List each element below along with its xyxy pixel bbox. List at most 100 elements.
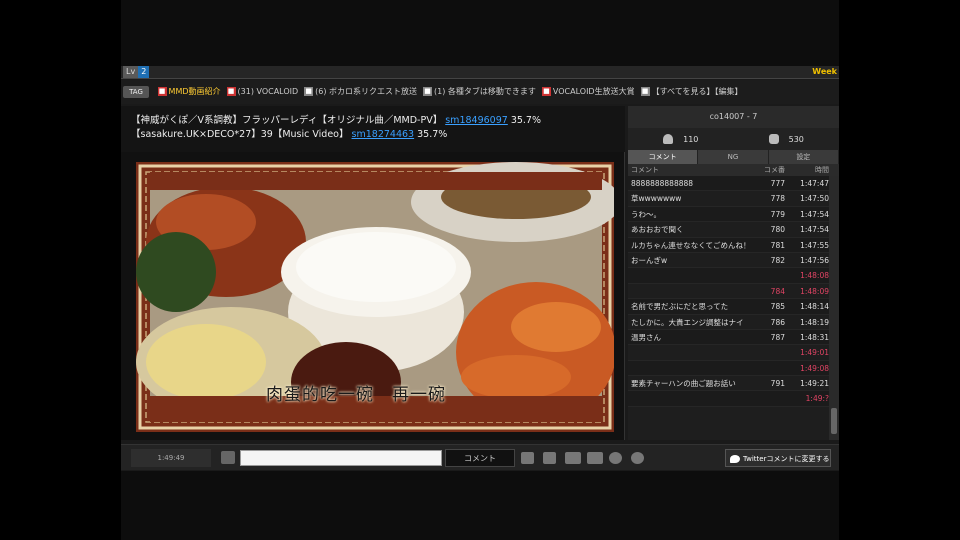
comment-text <box>631 268 759 282</box>
tag-link[interactable]: MMD動画紹介 <box>169 80 221 104</box>
quality-icon[interactable] <box>565 452 581 464</box>
comment-number <box>759 345 789 359</box>
fullscreen-icon[interactable] <box>587 452 603 464</box>
comment-list[interactable]: 8888888888888 777 1:47:47 草wwwwwww 778 1:47:5… <box>628 176 829 440</box>
twitter-toggle-button[interactable]: Twitterコメントに変更する <box>725 449 831 467</box>
comment-row[interactable]: 温男さん 787 1:48:31 <box>628 329 829 346</box>
comment-row[interactable]: 1:49:01 <box>628 345 829 361</box>
comment-row[interactable]: ルカちゃん連せななくてごめんね！ 781 1:47:55 <box>628 237 829 253</box>
comment-time: 1:48:14 <box>800 302 829 312</box>
comment-time: 1:48:31 <box>800 332 829 342</box>
reload-icon[interactable] <box>609 452 622 464</box>
info-line-1: 【神威がくぽ／V系調教】フラッパーレディ【オリジナル曲／MMD-PV】 sm18… <box>131 114 615 128</box>
comment-number: 787 <box>770 332 785 342</box>
tag-bar: TAG ■ MMD動画紹介 ■ (31) VOCALOID ■ (6) ボカロ系リクエスト… <box>121 80 839 104</box>
search-icon[interactable] <box>631 452 644 464</box>
comment-time: 1:49:21 <box>800 379 829 389</box>
tag-link[interactable]: 【すべてを見る】【編集】 <box>652 80 743 104</box>
comment-number: 782 <box>770 255 785 265</box>
comment-row[interactable]: 8888888888888 777 1:47:47 <box>628 176 829 192</box>
comment-number: 778 <box>770 194 785 204</box>
tag-lock-icon: ■ <box>226 87 236 96</box>
letterbox-top <box>121 0 839 66</box>
tag-info-icon: ■ <box>304 87 314 96</box>
comment-count-value: 530 <box>788 134 804 144</box>
comment-number: 777 <box>770 179 785 188</box>
comment-row[interactable]: 1:49:08 <box>628 360 829 377</box>
comment-bubble-icon <box>768 134 779 144</box>
info-line-2-percent: 35.7% <box>417 129 448 140</box>
comment-time: 1:47:47 <box>800 179 829 188</box>
comment-time: 1:48:19 <box>800 317 829 327</box>
info-line-1-link[interactable]: sm18496097 <box>445 115 508 126</box>
info-line-2: 【sasakure.UK×DECO*27】39【Music Video】 sm1… <box>131 128 615 142</box>
comment-number: 785 <box>770 302 785 312</box>
elapsed-time: 1:49:49 <box>131 449 211 467</box>
comment-text: あおおおで聞く <box>631 225 684 235</box>
comment-time: 1:48:09 <box>800 286 829 296</box>
tag-link[interactable]: (6) ボカロ系リクエスト放送 <box>315 80 417 104</box>
info-line-2-link[interactable]: sm18274463 <box>352 129 415 140</box>
comment-text: 要素チャーハンの曲ご題お話い <box>631 379 736 389</box>
tag-icon[interactable]: TAG <box>123 85 149 98</box>
comment-table-header: コメント コメ番 時間 <box>628 164 839 176</box>
tag-link[interactable]: (31) VOCALOID <box>238 80 299 104</box>
twitter-bird-icon <box>730 455 740 463</box>
comment-row[interactable]: 名前で男だぶにだと思ってた 785 1:48:14 <box>628 299 829 315</box>
tag-info-icon: ■ <box>423 87 433 96</box>
comment-row[interactable]: うわ～。 779 1:47:54 <box>628 206 829 223</box>
info-line-2-title: 【sasakure.UK×DECO*27】39【Music Video】 <box>131 129 349 140</box>
info-line-1-title: 【神威がくぽ／V系調教】フラッパーレディ【オリジナル曲／MMD-PV】 <box>131 115 443 126</box>
comment-row[interactable]: 1:49:? <box>628 391 829 407</box>
tab-settings[interactable]: 設定 <box>768 150 839 164</box>
visitor-count-value: 110 <box>683 134 699 144</box>
comment-time: 1:49:08 <box>800 363 829 373</box>
comment-submit-button[interactable]: コメント <box>445 449 515 467</box>
comment-number <box>759 361 789 375</box>
comment-text: たしかに。大貴エンジ調整はナイ <box>631 317 744 327</box>
tab-comment[interactable]: コメント <box>628 150 699 164</box>
header-strip: Lv 2 Week <box>121 66 839 79</box>
comment-number: 779 <box>770 209 785 219</box>
comment-text: 8888888888888 <box>631 179 694 188</box>
comment-row[interactable]: 要素チャーハンの曲ご題お話い 791 1:49:21 <box>628 376 829 392</box>
control-bar: 1:49:49 コメント Twitterコメントに変更する <box>121 444 839 470</box>
broadcast-info: 【神威がくぽ／V系調教】フラッパーレディ【オリジナル曲／MMD-PV】 sm18… <box>121 106 625 152</box>
video-subtitle: 肉蛋的吃一碗 再一碗 <box>266 385 446 405</box>
comment-text <box>631 361 759 375</box>
comment-scrollbar[interactable] <box>829 176 839 440</box>
comment-number: 780 <box>770 225 785 235</box>
tag-link[interactable]: VOCALOID生放送大賞 <box>553 80 635 104</box>
command-icon[interactable] <box>221 451 235 464</box>
tag-link[interactable]: (1) 各種タブは移動できます <box>434 80 536 104</box>
volume-icon[interactable] <box>521 452 534 464</box>
header-comment[interactable]: コメント <box>631 164 759 176</box>
comment-row[interactable]: おーんぎw 782 1:47:56 <box>628 253 829 269</box>
letterbox-bottom <box>121 471 839 540</box>
comment-count: 530 <box>768 134 804 144</box>
video-player[interactable]: 肉蛋的吃一碗 再一碗 <box>121 152 625 440</box>
video-frame[interactable]: 肉蛋的吃一碗 再一碗 <box>136 162 614 432</box>
comment-row[interactable]: 1:48:08 <box>628 268 829 284</box>
comment-panel: co14007 - 7 110 530 コメント NG 設定 コメント コメ番 … <box>628 106 839 440</box>
visitor-count: 110 <box>663 134 698 144</box>
comment-row[interactable]: たしかに。大貴エンジ調整はナイ 786 1:48:19 <box>628 315 829 330</box>
comment-toggle-icon[interactable] <box>543 452 556 464</box>
comment-text <box>631 391 759 405</box>
comment-time: 1:47:56 <box>800 255 829 265</box>
comment-row[interactable]: あおおおで聞く 780 1:47:54 <box>628 222 829 238</box>
comment-number <box>759 391 789 405</box>
header-time[interactable]: 時間 <box>789 164 829 176</box>
comment-row[interactable]: 784 1:48:09 <box>628 284 829 300</box>
tab-ng[interactable]: NG <box>698 150 769 164</box>
comment-text: 草wwwwwww <box>631 194 682 204</box>
scrollbar-thumb[interactable] <box>831 408 837 434</box>
week-badge[interactable]: Week <box>812 66 837 78</box>
comment-row[interactable]: 草wwwwwww 778 1:47:50 <box>628 191 829 207</box>
comment-text <box>631 345 759 359</box>
comment-input[interactable] <box>240 450 442 466</box>
header-number[interactable]: コメ番 <box>759 164 789 176</box>
comment-text: ルカちゃん連せななくてごめんね！ <box>631 240 751 250</box>
comment-number: 781 <box>770 240 785 250</box>
comment-time: 1:47:54 <box>800 209 829 219</box>
